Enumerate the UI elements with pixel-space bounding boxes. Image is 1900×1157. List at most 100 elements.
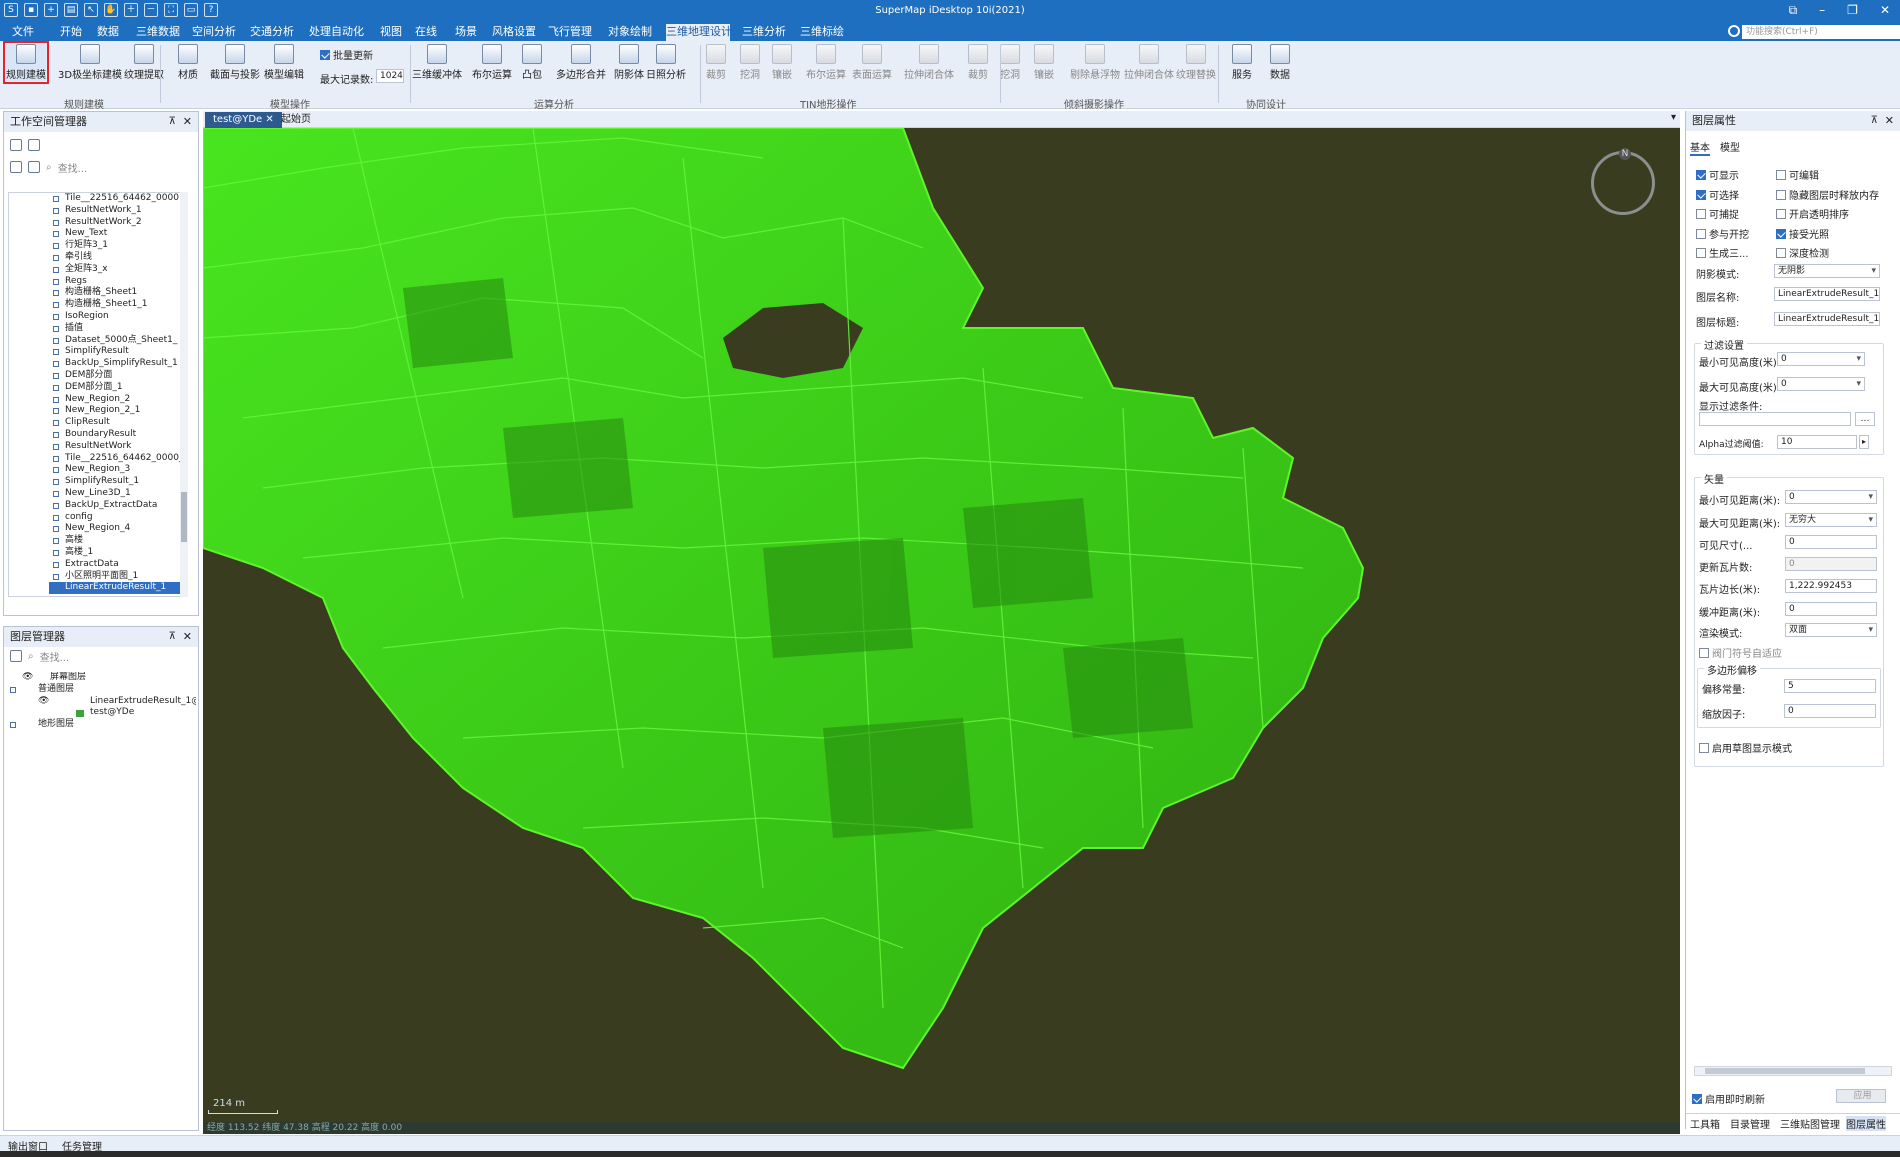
checkbox-icon[interactable]	[1776, 248, 1786, 258]
layer-node-normal[interactable]: 普通图层	[6, 684, 196, 696]
max-records-input[interactable]: 1024	[376, 69, 404, 83]
maximize-icon[interactable]: ❐	[1847, 3, 1858, 18]
layer-option-checkbox[interactable]: 可捕捉	[1696, 206, 1739, 221]
valve-adaptive-checkbox[interactable]: 阀门符号自适应	[1699, 645, 1782, 660]
menu-tab-5[interactable]: 交通分析	[250, 24, 294, 41]
checkbox-icon[interactable]	[1696, 209, 1706, 219]
menu-tab-10[interactable]: 风格设置	[492, 24, 536, 41]
compass-navigation[interactable]: N	[1591, 148, 1655, 215]
visible-size-input[interactable]: 0	[1785, 535, 1877, 549]
ribbon-button-13[interactable]: 挖洞	[740, 44, 760, 81]
layer-node-test[interactable]: test@YDe	[6, 707, 196, 719]
ribbon-button-22[interactable]: 拉伸闭合体	[1124, 44, 1174, 81]
workspace-tree-item[interactable]: New_Line3D_1	[49, 488, 183, 500]
menu-tab-14[interactable]: 三维分析	[742, 24, 786, 41]
workspace-tree-item[interactable]: Dataset_5000点_Sheet1_	[49, 335, 183, 347]
ribbon-button-12[interactable]: 裁剪	[706, 44, 726, 81]
workspace-tree-item[interactable]: ClipResult	[49, 417, 183, 429]
filter-condition-input[interactable]	[1699, 412, 1851, 426]
workspace-tree-item[interactable]: SimplifyResult	[49, 346, 183, 358]
render-mode-select[interactable]: 双面	[1785, 623, 1877, 637]
menu-tab-2[interactable]: 数据	[96, 24, 120, 41]
ribbon-button-14[interactable]: 镶嵌	[772, 44, 792, 81]
tab-basic[interactable]: 基本	[1690, 139, 1710, 156]
layer-option-checkbox[interactable]: 参与开挖	[1696, 226, 1749, 241]
workspace-tree-item[interactable]: BoundaryResult	[49, 429, 183, 441]
workspace-tree-item[interactable]: New_Region_3	[49, 464, 183, 476]
layer-option-checkbox[interactable]: 深度检测	[1776, 245, 1829, 260]
function-search-input[interactable]: 功能搜索(Ctrl+F)	[1742, 25, 1900, 39]
bottom-tab[interactable]: 工具箱	[1690, 1116, 1720, 1131]
ribbon-button-6[interactable]: 三维缓冲体	[412, 44, 462, 81]
ribbon-button-15[interactable]: 布尔运算	[806, 44, 846, 81]
workspace-tree-item[interactable]: New_Region_4	[49, 523, 183, 535]
workspace-tree-item[interactable]: IsoRegion	[49, 311, 183, 323]
bottom-tab[interactable]: 三维贴图管理	[1780, 1116, 1840, 1131]
workspace-tree-item[interactable]: 小区照明平面图_1	[49, 571, 183, 583]
workspace-tree-item[interactable]: Regs	[49, 276, 183, 288]
workspace-tree-item[interactable]: ResultNetWork_2	[49, 217, 183, 229]
ribbon-button-25[interactable]: 数据	[1270, 44, 1290, 81]
menu-tab-6[interactable]: 处理自动化	[309, 24, 364, 41]
close-icon[interactable]: ✕	[183, 112, 192, 132]
alpha-threshold-input[interactable]: 10	[1777, 435, 1857, 449]
layer-option-checkbox[interactable]: 可选择	[1696, 187, 1739, 202]
bottom-tab[interactable]: 图层属性	[1846, 1116, 1886, 1131]
expand-icon[interactable]	[10, 722, 16, 729]
workspace-tree-item[interactable]: 构造栅格_Sheet1	[49, 287, 183, 299]
chevron-down-icon[interactable]: ▾	[1671, 112, 1676, 123]
ribbon-button-1[interactable]: 3D极坐标建模	[58, 44, 122, 81]
tab-scene-test[interactable]: test@YDe ✕	[205, 112, 282, 128]
checkbox-icon[interactable]	[1696, 228, 1706, 239]
menu-tab-0[interactable]: 文件	[12, 24, 34, 41]
workspace-tree-item[interactable]: ExtractData	[49, 559, 183, 571]
menu-tab-9[interactable]: 场景	[453, 24, 479, 41]
workspace-tree-item[interactable]: New_Region_2	[49, 394, 183, 406]
menu-tab-3[interactable]: 三维数据	[136, 24, 180, 41]
batch-update-checkbox[interactable]: 批量更新	[320, 47, 373, 62]
tree-view-icon[interactable]	[10, 139, 22, 151]
layer-search-input[interactable]: 查找...	[40, 649, 70, 664]
layer-node-terrain[interactable]: 地形图层	[6, 719, 196, 731]
layer-caption-input[interactable]: LinearExtrudeResult_1@YD	[1774, 312, 1880, 326]
workspace-search-input[interactable]: 查找...	[58, 160, 88, 175]
bottom-tab[interactable]: 目录管理	[1730, 1116, 1770, 1131]
ribbon-button-17[interactable]: 拉伸闭合体	[904, 44, 954, 81]
close-icon[interactable]: ✕	[1885, 111, 1894, 131]
eye-icon[interactable]: 👁	[38, 696, 49, 708]
valve-adaptive-check-icon[interactable]	[1699, 648, 1709, 658]
workspace-tree-item[interactable]: ResultNetWork_1	[49, 205, 183, 217]
workspace-tree-item[interactable]: 构造栅格_Sheet1_1	[49, 299, 183, 311]
workspace-tree-item[interactable]: 高楼	[49, 535, 183, 547]
ribbon-button-10[interactable]: 阴影体	[614, 44, 644, 81]
realtime-refresh-check-icon[interactable]	[1692, 1094, 1702, 1104]
ribbon-button-3[interactable]: 材质	[178, 44, 198, 81]
menu-tab-13[interactable]: 三维地理设计	[666, 24, 732, 41]
ribbon-button-18[interactable]: 裁剪	[968, 44, 988, 81]
ribbon-button-24[interactable]: 服务	[1232, 44, 1252, 81]
realtime-refresh-checkbox[interactable]: 启用即时刷新	[1692, 1091, 1765, 1106]
shadow-mode-select[interactable]: 无阴影	[1774, 264, 1880, 278]
menu-tab-15[interactable]: 三维标绘	[800, 24, 844, 41]
filter-condition-browse-button[interactable]: …	[1855, 412, 1875, 426]
menu-tab-7[interactable]: 视图	[378, 24, 404, 41]
scene-3d-view[interactable]	[203, 128, 1680, 1123]
menu-tab-8[interactable]: 在线	[413, 24, 439, 41]
workspace-scrollbar[interactable]	[180, 192, 188, 597]
workspace-tree-item[interactable]: 行矩阵3_1	[49, 240, 183, 252]
checkbox-icon[interactable]	[1776, 170, 1786, 180]
checkbox-icon[interactable]	[1776, 189, 1786, 200]
menu-tab-11[interactable]: 飞行管理	[548, 24, 592, 41]
ribbon-button-0[interactable]: 规则建模	[3, 41, 49, 84]
max-height-input[interactable]: 0	[1777, 377, 1865, 391]
menu-tab-4[interactable]: 空间分析	[192, 24, 236, 41]
buffer-distance-input[interactable]: 0	[1785, 602, 1877, 616]
workspace-tree-item[interactable]: DEM部分面_1	[49, 382, 183, 394]
sketch-mode-checkbox[interactable]: 启用草图显示模式	[1699, 740, 1792, 755]
workspace-tree-item[interactable]: config	[49, 512, 183, 524]
layer-option-checkbox[interactable]: 接受光照	[1776, 226, 1829, 241]
ribbon-button-21[interactable]: 剔除悬浮物	[1070, 44, 1120, 81]
layer-option-checkbox[interactable]: 开启透明排序	[1776, 206, 1849, 221]
eye-icon[interactable]: 👁	[22, 672, 33, 684]
pin-icon[interactable]: ⊼	[169, 627, 176, 647]
